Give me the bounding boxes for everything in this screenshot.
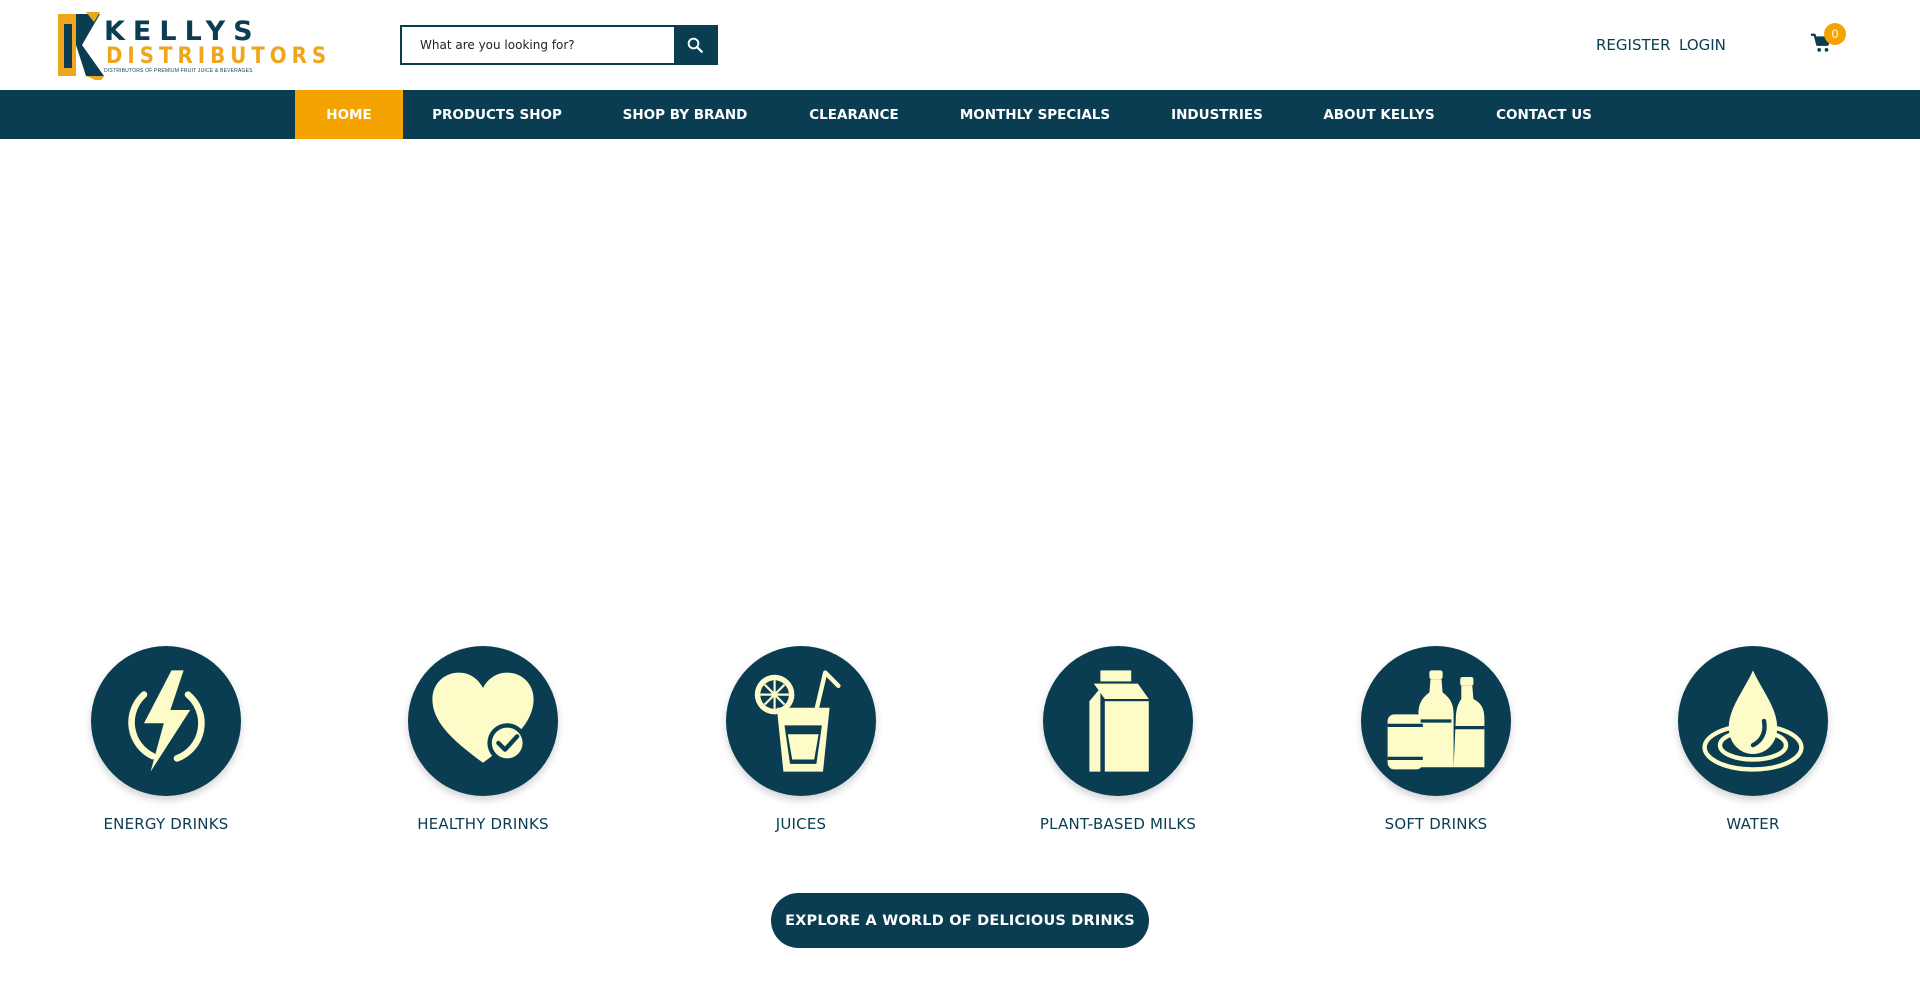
category-soft-drinks[interactable]: SOFT DRINKS: [1306, 646, 1566, 833]
search-button[interactable]: [674, 27, 716, 63]
kellys-monogram-icon: [58, 12, 104, 80]
main-nav: HOME PRODUCTS SHOP SHOP BY BRAND CLEARAN…: [0, 90, 1920, 139]
register-link[interactable]: REGISTER: [1596, 36, 1671, 54]
nav-item-industries[interactable]: INDUSTRIES: [1162, 90, 1272, 139]
search-input[interactable]: [402, 27, 674, 63]
category-label: PLANT-BASED MILKS: [1039, 815, 1197, 833]
category-label: ENERGY DRINKS: [103, 815, 229, 833]
nav-item-monthly-specials[interactable]: MONTHLY SPECIALS: [955, 90, 1115, 139]
category-juices[interactable]: JUICES: [671, 646, 931, 833]
category-energy-drinks[interactable]: ENERGY DRINKS: [36, 646, 296, 833]
category-label: HEALTHY DRINKS: [417, 815, 549, 833]
heart-check-icon: [432, 672, 534, 763]
category-healthy-drinks[interactable]: HEALTHY DRINKS: [353, 646, 613, 833]
site-header: KELLYS DISTRIBUTORS DISTRIBUTORS OF PREM…: [0, 0, 1920, 90]
nav-item-about-kellys[interactable]: ABOUT KELLYS: [1318, 90, 1440, 139]
search-icon: [687, 37, 703, 53]
category-plant-based-milks[interactable]: PLANT-BASED MILKS: [988, 646, 1248, 833]
category-water[interactable]: WATER: [1623, 646, 1883, 833]
category-label: JUICES: [775, 815, 827, 833]
lightning-icon: [128, 670, 205, 772]
nav-item-clearance[interactable]: CLEARANCE: [800, 90, 908, 139]
category-label: SOFT DRINKS: [1384, 815, 1488, 833]
nav-item-contact-us[interactable]: CONTACT US: [1490, 90, 1598, 139]
cart-count-badge: 0: [1824, 23, 1846, 45]
logo-tagline: DISTRIBUTORS OF PREMIUM FRUIT JUICE & BE…: [104, 68, 253, 74]
category-icon-circle: [1043, 646, 1193, 796]
logo-name-top: KELLYS: [104, 16, 261, 47]
search-bar: [400, 25, 718, 65]
logo-name-bottom: DISTRIBUTORS: [106, 44, 332, 69]
login-link[interactable]: LOGIN: [1679, 36, 1726, 54]
kellys-logo[interactable]: KELLYS DISTRIBUTORS DISTRIBUTORS OF PREM…: [56, 10, 326, 80]
category-icon-circle: [1678, 646, 1828, 796]
nav-item-products-shop[interactable]: PRODUCTS SHOP: [423, 90, 571, 139]
milk-carton-icon: [1089, 670, 1149, 772]
water-drop-icon: [1702, 670, 1804, 772]
nav-item-home[interactable]: HOME: [295, 90, 403, 139]
category-icon-circle: [91, 646, 241, 796]
nav-item-shop-by-brand[interactable]: SHOP BY BRAND: [614, 90, 756, 139]
category-icon-circle: [726, 646, 876, 796]
juice-glass-icon: [754, 670, 841, 772]
category-label: WATER: [1726, 815, 1780, 833]
soft-drink-bottles-icon: [1387, 670, 1485, 770]
explore-drinks-button[interactable]: EXPLORE A WORLD OF DELICIOUS DRINKS: [771, 893, 1149, 948]
category-icon-circle: [1361, 646, 1511, 796]
category-icon-circle: [408, 646, 558, 796]
